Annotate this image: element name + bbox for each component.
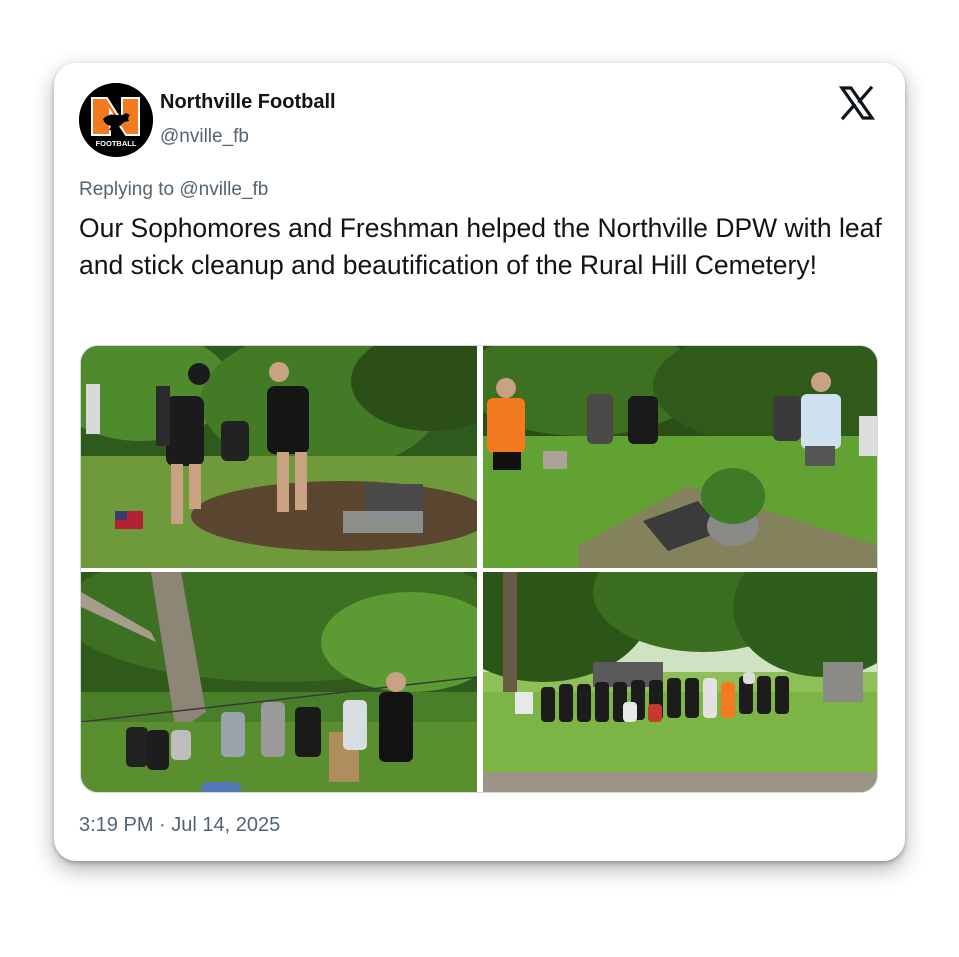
reply-handle-link[interactable]: @nville_fb (179, 179, 268, 200)
tweet-time[interactable]: 3:19 PM (79, 814, 153, 836)
photo-group[interactable] (483, 572, 877, 792)
tweet-date[interactable]: Jul 14, 2025 (171, 814, 280, 836)
replying-to: Replying to @nville_fb (79, 179, 268, 201)
author-handle[interactable]: @nville_fb (160, 126, 249, 148)
northville-logo-icon: FOOTBALL (79, 83, 153, 157)
photo-cleanup-1[interactable] (81, 346, 477, 568)
x-logo-icon[interactable] (838, 85, 876, 121)
avatar[interactable]: FOOTBALL (79, 83, 153, 157)
photo-cleanup-3[interactable] (81, 572, 477, 792)
avatar-caption: FOOTBALL (96, 139, 137, 148)
display-name[interactable]: Northville Football (160, 91, 336, 114)
timestamp[interactable]: 3:19 PM · Jul 14, 2025 (79, 814, 280, 837)
tweet-card: FOOTBALL Northville Football @nville_fb … (54, 63, 905, 861)
reply-prefix: Replying to (79, 179, 175, 200)
time-separator: · (159, 814, 166, 836)
media-grid (80, 345, 878, 793)
tweet-text: Our Sophomores and Freshman helped the N… (79, 213, 882, 280)
photo-cleanup-2[interactable] (483, 346, 877, 568)
